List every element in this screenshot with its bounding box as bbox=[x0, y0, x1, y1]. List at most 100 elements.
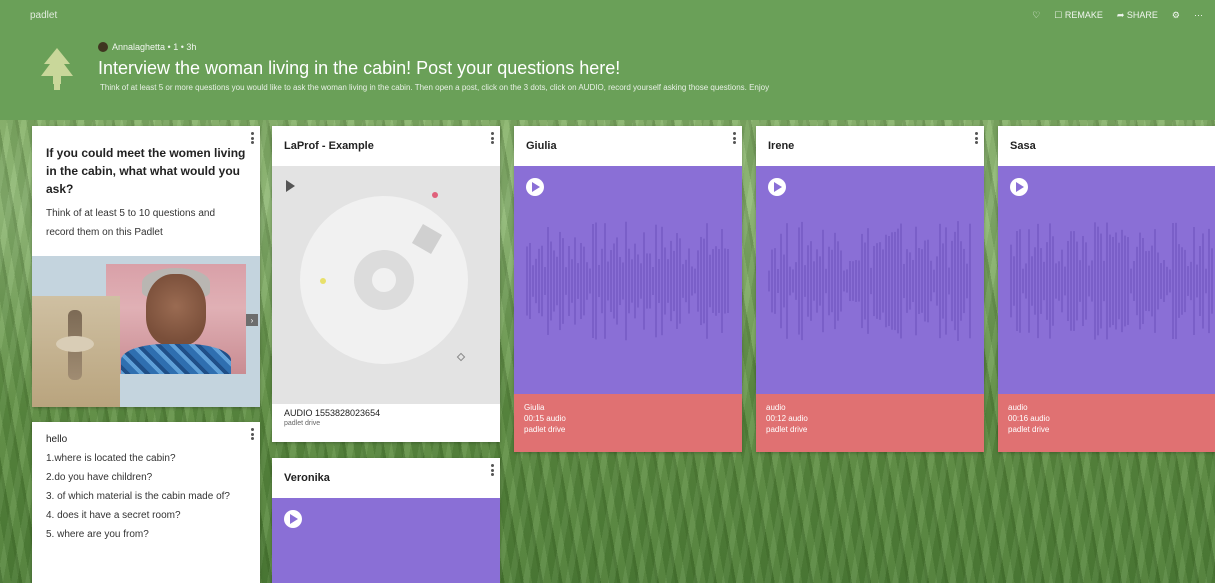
wave-bar bbox=[969, 223, 971, 339]
wave-bar bbox=[727, 249, 729, 313]
wave-bar bbox=[789, 266, 791, 296]
wave-bar bbox=[1157, 252, 1159, 310]
wave-bar bbox=[861, 233, 863, 329]
wave-bar bbox=[1169, 269, 1171, 293]
remake-label: ☐ REMAKE bbox=[1054, 10, 1103, 20]
post-menu-icon[interactable] bbox=[250, 132, 254, 144]
wave-bar bbox=[649, 253, 651, 309]
wave-bar bbox=[661, 226, 663, 336]
play-icon[interactable] bbox=[526, 178, 544, 196]
wave-bar bbox=[936, 256, 938, 306]
play-icon[interactable] bbox=[1010, 178, 1028, 196]
wave-bar bbox=[532, 265, 534, 297]
share-button[interactable]: ➦ SHARE bbox=[1117, 10, 1158, 21]
post-card-example[interactable]: LaProf - Example AUDIO 1553828023654 pad… bbox=[272, 126, 500, 442]
portrait-photo bbox=[106, 264, 246, 374]
gear-icon[interactable]: ⚙ bbox=[1172, 10, 1180, 21]
heart-icon[interactable]: ♡ bbox=[1032, 10, 1040, 21]
wave-bar bbox=[1043, 261, 1045, 301]
post-card-questions[interactable]: hello 1.where is located the cabin? 2.do… bbox=[32, 422, 260, 583]
wave-bar bbox=[544, 267, 546, 295]
wave-bar bbox=[960, 241, 962, 321]
post-image-gallery[interactable]: › bbox=[32, 256, 260, 407]
wave-bar bbox=[912, 259, 914, 303]
wave-bar bbox=[529, 242, 531, 320]
wave-bar bbox=[870, 267, 872, 295]
audio-duration: 00:12 audio bbox=[766, 414, 808, 424]
wave-bar bbox=[1106, 222, 1108, 340]
wave-bar bbox=[1181, 247, 1183, 315]
avatar[interactable] bbox=[98, 42, 108, 52]
play-icon[interactable] bbox=[286, 180, 295, 192]
next-image-icon[interactable]: › bbox=[246, 314, 258, 326]
wave-bar bbox=[1127, 237, 1129, 325]
wave-bar bbox=[771, 249, 773, 313]
wave-bar bbox=[655, 224, 657, 338]
wave-bar bbox=[951, 240, 953, 322]
wave-bar bbox=[1172, 223, 1174, 339]
wave-bar bbox=[1058, 261, 1060, 301]
diamond-icon bbox=[456, 352, 466, 362]
audio-player[interactable] bbox=[272, 498, 500, 583]
audio-source: padlet drive bbox=[766, 425, 808, 435]
wave-bar bbox=[1052, 236, 1054, 326]
wave-bar bbox=[1091, 260, 1093, 302]
wave-bar bbox=[855, 260, 857, 302]
wave-bar bbox=[568, 246, 570, 316]
post-menu-icon[interactable] bbox=[250, 428, 254, 440]
remake-button[interactable]: ☐ REMAKE bbox=[1054, 10, 1103, 21]
audio-source: padlet drive bbox=[524, 425, 566, 435]
audio-player[interactable] bbox=[514, 166, 742, 394]
waveform bbox=[768, 221, 971, 341]
wave-bar bbox=[586, 262, 588, 300]
wave-bar bbox=[1121, 229, 1123, 333]
post-card-irene[interactable]: Irene audio 00:12 audio padlet drive bbox=[756, 126, 984, 452]
wave-bar bbox=[816, 249, 818, 313]
wave-bar bbox=[1205, 268, 1207, 294]
wave-bar bbox=[867, 228, 869, 334]
attachment-name[interactable]: AUDIO 1553828023654 bbox=[284, 408, 380, 418]
wave-bar bbox=[798, 227, 800, 335]
wave-bar bbox=[589, 268, 591, 294]
wave-bar bbox=[846, 269, 848, 293]
post-card-intro[interactable]: If you could meet the women living in th… bbox=[32, 126, 260, 407]
wave-bar bbox=[700, 236, 702, 326]
wave-bar bbox=[1130, 268, 1132, 294]
wave-bar bbox=[876, 243, 878, 319]
wave-bar bbox=[1118, 242, 1120, 320]
wave-bar bbox=[963, 248, 965, 314]
wave-bar bbox=[858, 260, 860, 302]
audio-player[interactable] bbox=[756, 166, 984, 394]
wave-bar bbox=[828, 246, 830, 316]
post-header: hello bbox=[46, 434, 68, 445]
wave-bar bbox=[1163, 260, 1165, 302]
post-card-sasa[interactable]: Sasa audio 00:16 audio padlet drive bbox=[998, 126, 1215, 452]
post-menu-icon[interactable] bbox=[732, 132, 736, 144]
post-menu-icon[interactable] bbox=[490, 132, 494, 144]
wave-bar bbox=[1046, 242, 1048, 320]
post-card-giulia[interactable]: Giulia Giulia 00:15 audio padlet drive bbox=[514, 126, 742, 452]
wave-bar bbox=[535, 258, 537, 304]
post-body: Think of at least 5 to 10 questions and … bbox=[46, 208, 215, 238]
wave-bar bbox=[616, 237, 618, 325]
wave-bar bbox=[712, 249, 714, 313]
post-title: LaProf - Example bbox=[284, 140, 374, 152]
wave-bar bbox=[577, 263, 579, 299]
audio-player[interactable] bbox=[998, 166, 1215, 394]
app-logo[interactable]: padlet bbox=[30, 10, 57, 21]
wave-bar bbox=[673, 250, 675, 312]
wave-bar bbox=[774, 248, 776, 314]
post-menu-icon[interactable] bbox=[490, 464, 494, 476]
wave-bar bbox=[688, 248, 690, 314]
play-icon[interactable] bbox=[284, 510, 302, 528]
audio-player[interactable] bbox=[272, 166, 500, 404]
wave-bar bbox=[682, 264, 684, 298]
wave-bar bbox=[1064, 266, 1066, 296]
wave-bar bbox=[768, 270, 770, 292]
post-card-veronika[interactable]: Veronika bbox=[272, 458, 500, 583]
more-icon[interactable]: ⋯ bbox=[1194, 10, 1203, 21]
wave-bar bbox=[909, 252, 911, 310]
wave-bar bbox=[697, 250, 699, 312]
play-icon[interactable] bbox=[768, 178, 786, 196]
post-menu-icon[interactable] bbox=[974, 132, 978, 144]
